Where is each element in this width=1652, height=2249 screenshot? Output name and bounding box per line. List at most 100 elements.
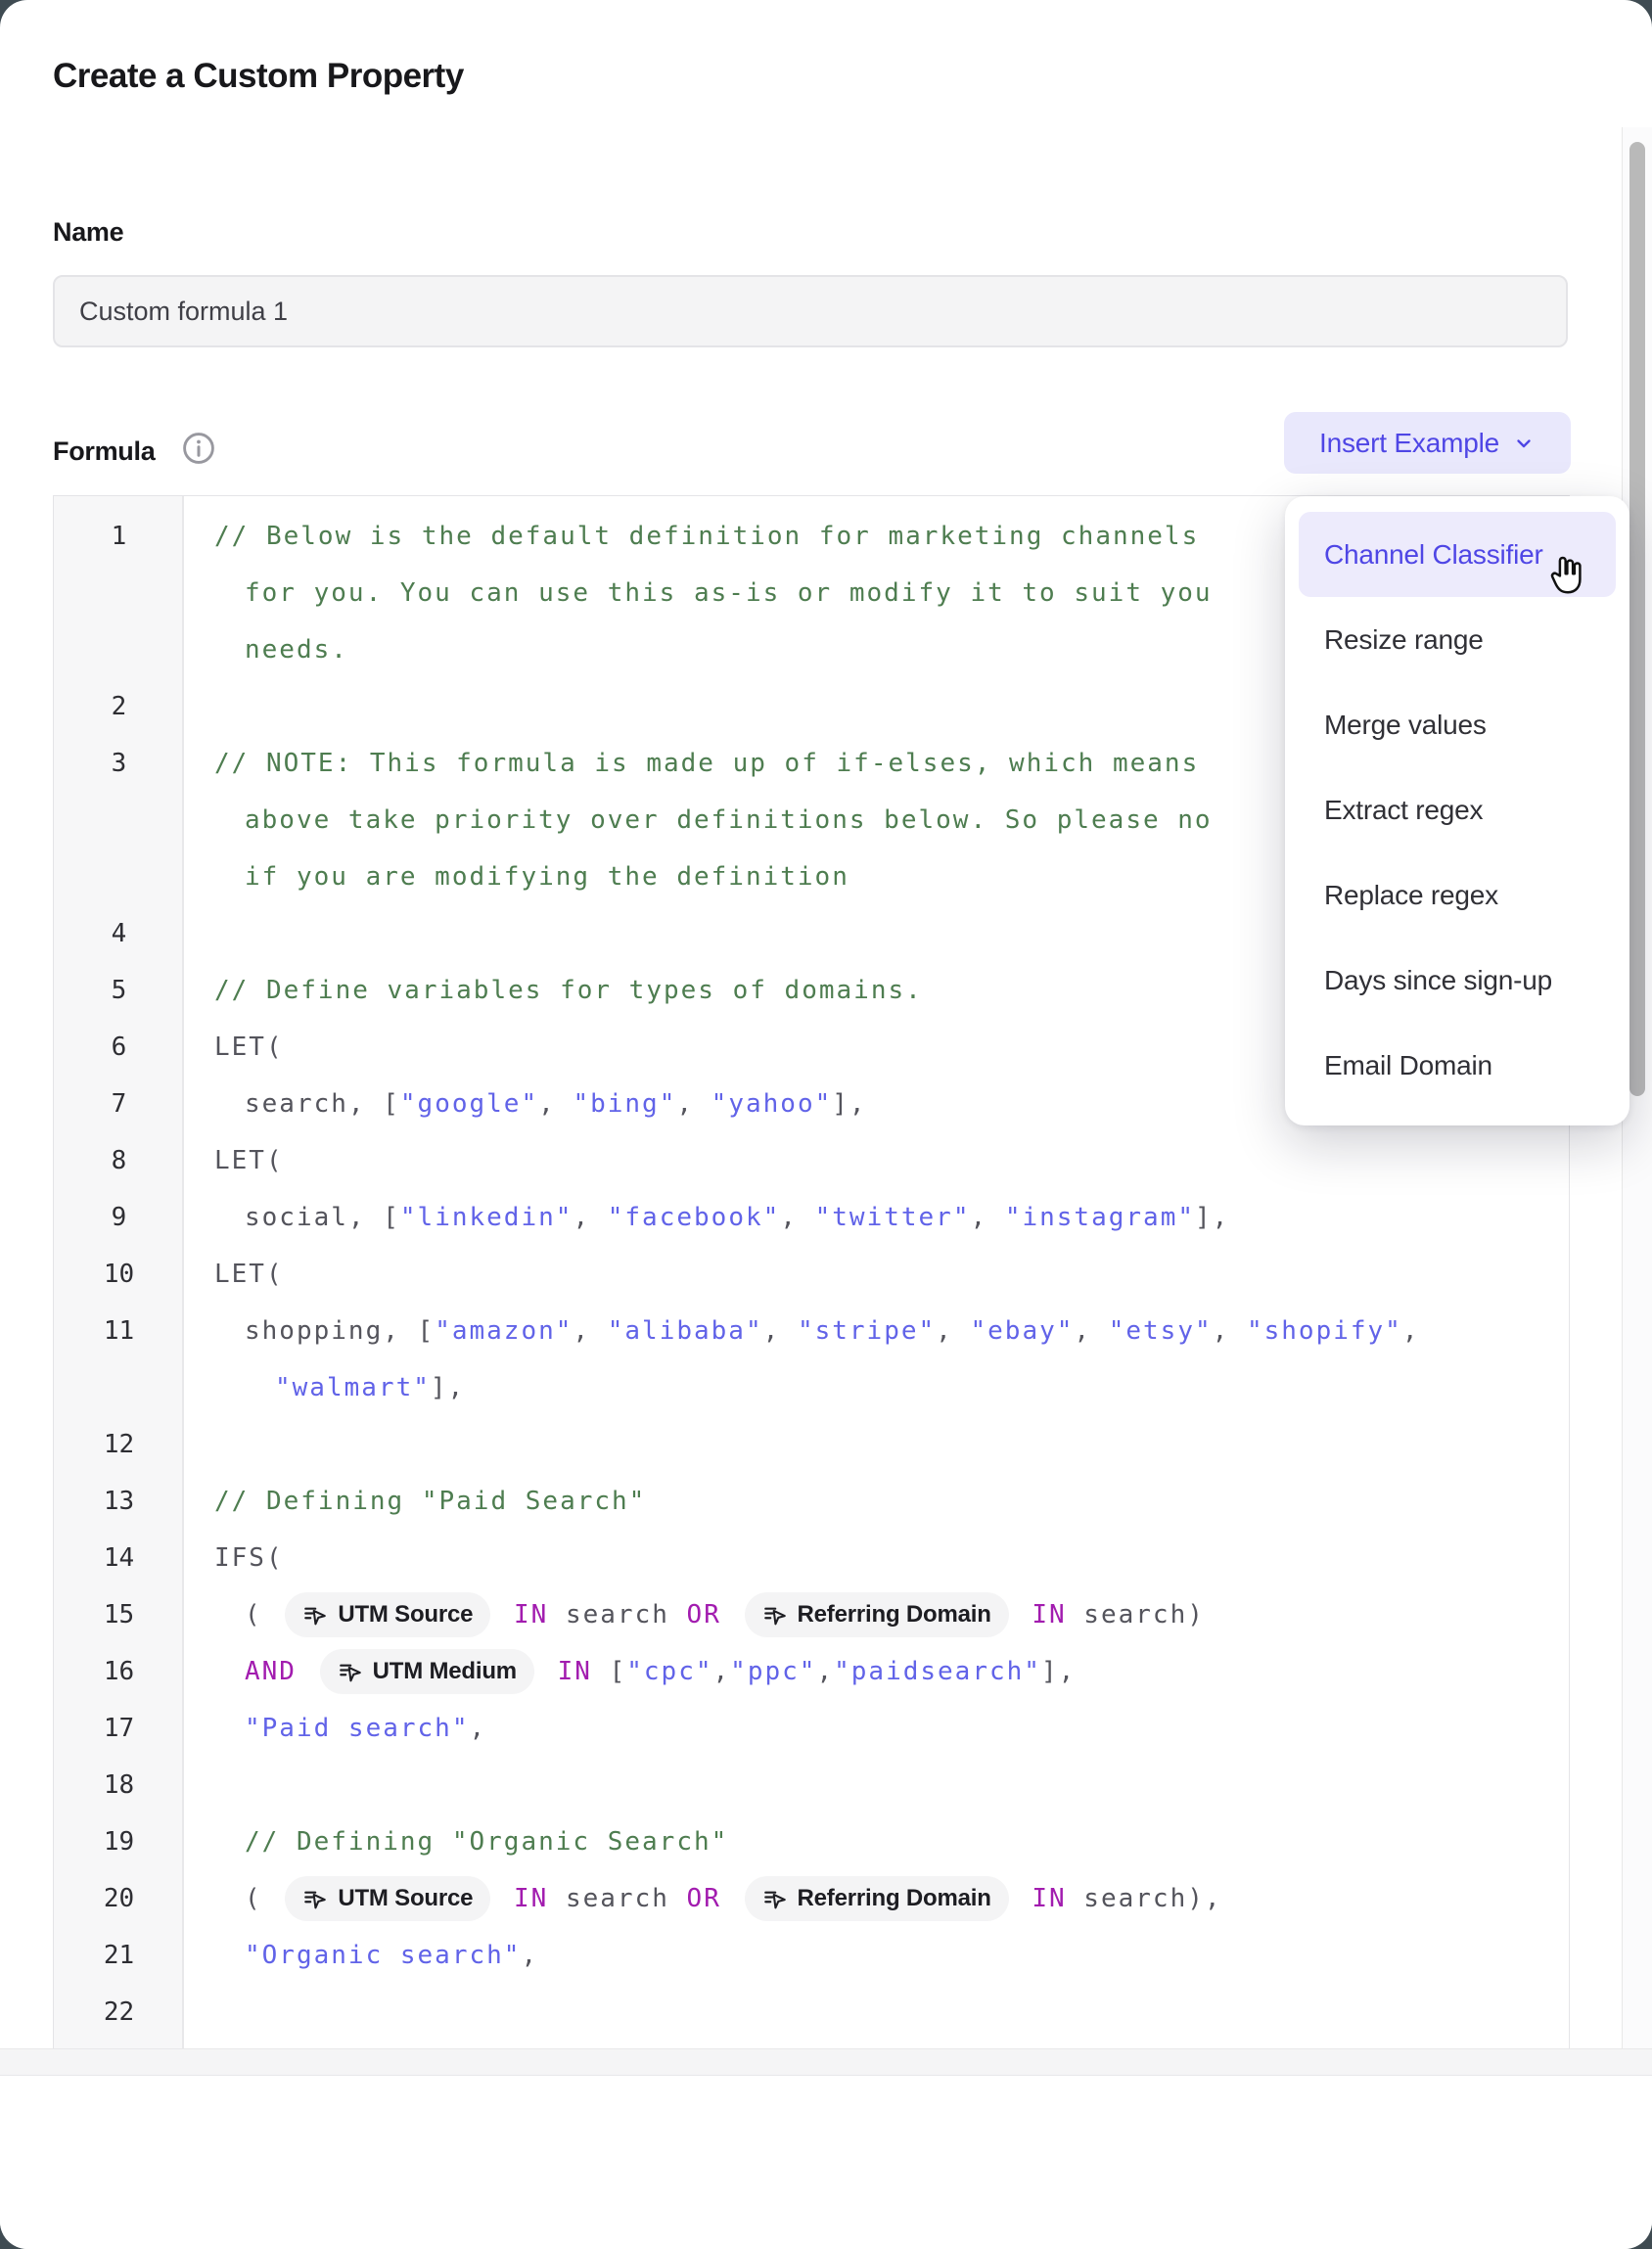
code-keyword: IN: [540, 1657, 592, 1686]
code-comment: above take priority over definitions bel…: [245, 805, 1213, 835]
code-text: ,: [573, 1316, 607, 1346]
create-custom-property-dialog: Create a Custom Property Name Formula In…: [0, 0, 1652, 2249]
code-text: (: [245, 1600, 279, 1629]
line-number: 4: [54, 919, 184, 948]
menu-item-extract-regex[interactable]: Extract regex: [1299, 767, 1616, 852]
line-number: 18: [54, 1770, 184, 1800]
token-chip-label: Referring Domain: [798, 1885, 991, 1912]
line-number: 1: [54, 522, 184, 551]
code-text: ,: [1402, 1316, 1420, 1346]
code-comment: for you. You can use this as-is or modif…: [245, 578, 1213, 608]
token-chip-label: Referring Domain: [798, 1601, 991, 1629]
code-text: shopping, [: [245, 1316, 435, 1346]
line-number: 15: [54, 1600, 184, 1629]
insert-example-label: Insert Example: [1319, 428, 1499, 459]
code-string: "facebook": [608, 1203, 781, 1232]
code-string: "stripe": [798, 1316, 936, 1346]
code-string: "paidsearch": [834, 1657, 1041, 1686]
menu-item-email-domain[interactable]: Email Domain: [1299, 1023, 1616, 1108]
code-text: search),: [1067, 1884, 1222, 1913]
token-chip-utm-medium[interactable]: UTM Medium: [320, 1649, 534, 1694]
token-chip-referring-domain[interactable]: Referring Domain: [745, 1876, 1009, 1921]
code-string: "ppc": [730, 1657, 816, 1686]
name-label: Name: [53, 217, 123, 248]
code-comment: // Below is the default definition for m…: [214, 522, 1199, 551]
code-text: ,: [763, 1316, 798, 1346]
dialog-footer: Save Cancel Apply: [0, 2076, 1652, 2249]
line-number: 9: [54, 1203, 184, 1232]
code-string: "Paid search": [245, 1714, 470, 1743]
screen: Create a Custom Property Name Formula In…: [0, 0, 1652, 2249]
code-text: search: [548, 1884, 686, 1913]
menu-item-resize-range[interactable]: Resize range: [1299, 597, 1616, 682]
code-text: ],: [431, 1373, 465, 1402]
line-number: 7: [54, 1089, 184, 1119]
code-row: 19 // Defining "Organic Search": [54, 1813, 1569, 1870]
code-keyword: IN: [496, 1600, 548, 1629]
code-text: [: [592, 1657, 626, 1686]
field-token-icon: [762, 1602, 788, 1628]
menu-item-replace-regex[interactable]: Replace regex: [1299, 852, 1616, 938]
formula-label: Formula: [53, 436, 155, 467]
name-input[interactable]: [53, 275, 1568, 347]
code-comment: // Defining "Organic Search": [245, 1827, 728, 1857]
line-number: 8: [54, 1146, 184, 1175]
code-string: "linkedin": [400, 1203, 574, 1232]
menu-item-days-since-sign-up[interactable]: Days since sign-up: [1299, 938, 1616, 1023]
code-row: 10 LET(: [54, 1246, 1569, 1303]
code-text: ,: [1074, 1316, 1108, 1346]
line-number: 20: [54, 1884, 184, 1913]
code-text: (: [245, 1884, 279, 1913]
code-comment: // Define variables for types of domains…: [214, 976, 923, 1005]
code-row: 9social, ["linkedin", "facebook", "twitt…: [54, 1189, 1569, 1246]
token-chip-utm-source[interactable]: UTM Source: [285, 1876, 490, 1921]
code-text: search, [: [245, 1089, 400, 1119]
code-string: "shopify": [1247, 1316, 1402, 1346]
line-number: 21: [54, 1941, 184, 1970]
code-row: 14 IFS(: [54, 1530, 1569, 1586]
chevron-down-icon: [1512, 432, 1536, 455]
line-number: 11: [54, 1316, 184, 1346]
code-row: 12: [54, 1416, 1569, 1473]
token-chip-utm-source[interactable]: UTM Source: [285, 1592, 490, 1637]
field-token-icon: [302, 1886, 328, 1911]
code-text: ,: [573, 1203, 607, 1232]
line-number: 12: [54, 1430, 184, 1459]
code-string: "twitter": [815, 1203, 971, 1232]
token-chip-referring-domain[interactable]: Referring Domain: [745, 1592, 1009, 1637]
menu-item-merge-values[interactable]: Merge values: [1299, 682, 1616, 767]
info-circle-icon[interactable]: [181, 431, 216, 466]
code-string: "etsy": [1109, 1316, 1213, 1346]
code-text: IFS(: [214, 1543, 284, 1573]
field-token-icon: [302, 1602, 328, 1628]
code-comment: needs.: [245, 635, 348, 665]
code-text: search: [548, 1600, 686, 1629]
code-text: [721, 1884, 739, 1913]
code-keyword: IN: [1015, 1600, 1067, 1629]
code-keyword: AND: [245, 1657, 297, 1686]
code-row: 21"Organic search",: [54, 1927, 1569, 1984]
token-chip-label: UTM Source: [338, 1601, 473, 1629]
line-number: 16: [54, 1657, 184, 1686]
code-string: "yahoo": [711, 1089, 833, 1119]
code-row: "walmart"],: [54, 1359, 1569, 1416]
line-number: 17: [54, 1714, 184, 1743]
vertical-scrollbar-thumb[interactable]: [1629, 142, 1645, 1096]
code-text: social, [: [245, 1203, 400, 1232]
page-title: Create a Custom Property: [53, 57, 464, 96]
line-number: 3: [54, 749, 184, 778]
line-number: 14: [54, 1543, 184, 1573]
code-row: 8LET(: [54, 1132, 1569, 1189]
line-number: 19: [54, 1827, 184, 1857]
code-text: LET(: [214, 1260, 284, 1289]
code-keyword: OR: [687, 1884, 721, 1913]
insert-example-button[interactable]: Insert Example: [1284, 412, 1571, 474]
line-number: 10: [54, 1260, 184, 1289]
editor-bottom-strip: [0, 2048, 1652, 2076]
field-token-icon: [762, 1886, 788, 1911]
code-text: ,: [713, 1657, 731, 1686]
code-text: ],: [832, 1089, 866, 1119]
code-string: "alibaba": [608, 1316, 763, 1346]
code-text: ,: [521, 1941, 538, 1970]
code-text: ,: [470, 1714, 487, 1743]
